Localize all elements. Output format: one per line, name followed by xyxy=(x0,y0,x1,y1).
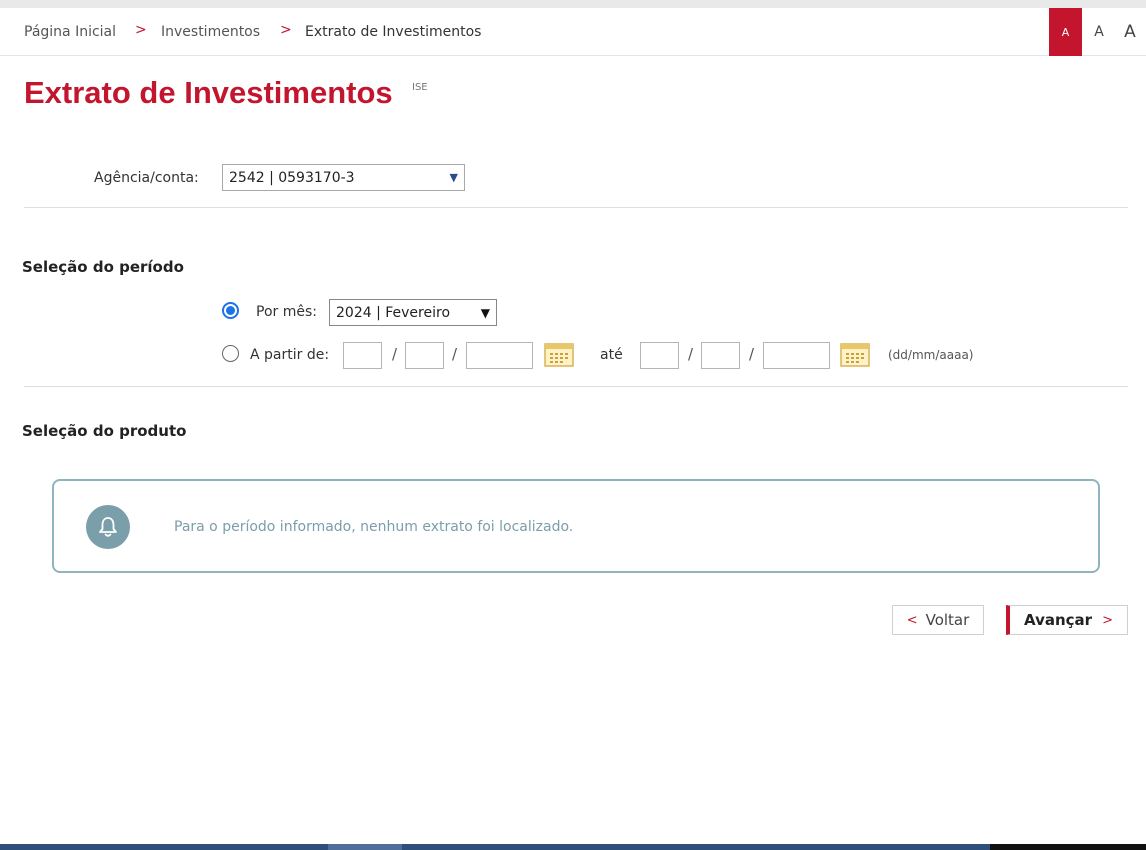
breadcrumb-separator: > xyxy=(280,22,292,38)
font-size-small-button[interactable]: A xyxy=(1049,8,1082,56)
font-size-medium-button[interactable]: A xyxy=(1084,8,1114,56)
from-date-label: A partir de: xyxy=(250,347,330,363)
breadcrumb-separator: > xyxy=(135,22,147,38)
next-button-label: Avançar xyxy=(1024,611,1093,629)
breadcrumb-investimentos[interactable]: Investimentos xyxy=(161,24,260,40)
by-month-label: Por mês: xyxy=(256,304,317,320)
end-day-input[interactable] xyxy=(640,342,679,369)
font-size-large-button[interactable]: A xyxy=(1114,8,1146,56)
no-statement-alert: Para o período informado, nenhum extrato… xyxy=(52,479,1100,573)
date-separator: / xyxy=(688,345,694,363)
account-select[interactable]: 2542 | 0593170-3 ▼ xyxy=(222,164,465,191)
product-section-title: Seleção do produto xyxy=(22,422,187,440)
divider xyxy=(24,207,1128,208)
calendar-icon[interactable] xyxy=(840,342,870,367)
from-date-radio[interactable] xyxy=(222,345,239,362)
date-format-hint: (dd/mm/aaaa) xyxy=(888,348,974,362)
end-year-input[interactable] xyxy=(763,342,830,369)
start-day-input[interactable] xyxy=(343,342,382,369)
until-label: até xyxy=(600,347,623,363)
by-month-radio[interactable] xyxy=(222,302,239,319)
period-section-title: Seleção do período xyxy=(22,258,184,276)
month-select-value: 2024 | Fevereiro xyxy=(336,304,451,321)
account-label: Agência/conta: xyxy=(94,170,199,186)
end-month-input[interactable] xyxy=(701,342,740,369)
account-select-value: 2542 | 0593170-3 xyxy=(229,169,355,186)
back-button-label: Voltar xyxy=(925,611,970,629)
back-button[interactable]: < Voltar xyxy=(892,605,984,635)
taskbar-segment xyxy=(328,844,402,850)
calendar-icon[interactable] xyxy=(544,342,574,367)
start-year-input[interactable] xyxy=(466,342,533,369)
month-select[interactable]: 2024 | Fevereiro ▼ xyxy=(329,299,497,326)
no-statement-message: Para o período informado, nenhum extrato… xyxy=(174,519,574,535)
bell-icon xyxy=(86,505,130,549)
ise-badge: ISE xyxy=(412,82,428,93)
top-strip xyxy=(0,0,1146,8)
date-separator: / xyxy=(749,345,755,363)
chevron-down-icon: ▼ xyxy=(449,171,458,184)
chevron-down-icon: ▼ xyxy=(480,305,490,320)
start-month-input[interactable] xyxy=(405,342,444,369)
date-separator: / xyxy=(452,345,458,363)
chevron-right-icon: > xyxy=(1102,612,1113,628)
breadcrumb-home[interactable]: Página Inicial xyxy=(24,24,116,40)
page-title: Extrato de Investimentos xyxy=(24,75,393,110)
next-button[interactable]: Avançar > xyxy=(1006,605,1128,635)
taskbar-segment xyxy=(990,844,1146,850)
taskbar-strip xyxy=(0,844,1146,850)
date-separator: / xyxy=(392,345,398,363)
chevron-left-icon: < xyxy=(906,612,918,628)
divider xyxy=(24,386,1128,387)
breadcrumb-current: Extrato de Investimentos xyxy=(305,24,482,40)
